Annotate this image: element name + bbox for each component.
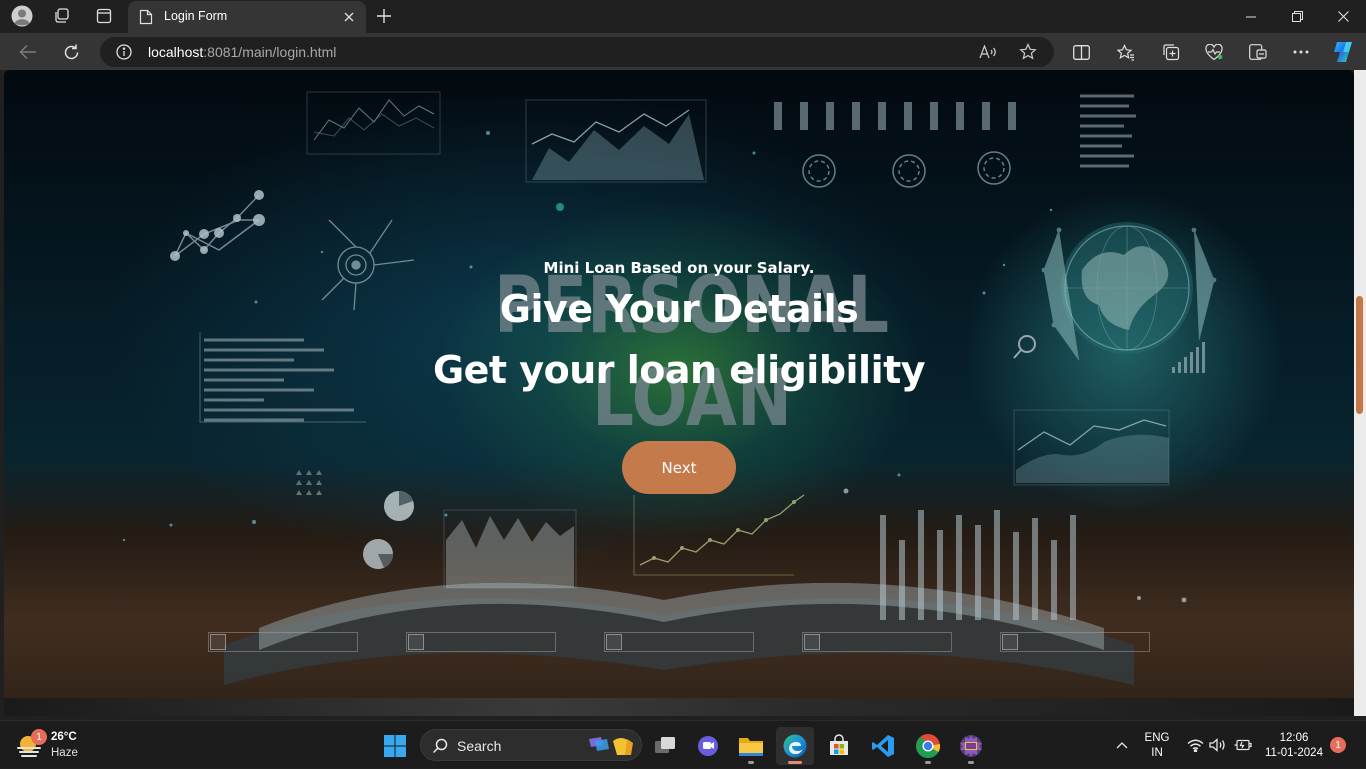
page-viewport: PERSONAL LOAN Mini Loan Based on your Sa… bbox=[4, 70, 1354, 716]
collections-icon[interactable] bbox=[1156, 38, 1186, 66]
show-hidden-icons-chevron-icon[interactable] bbox=[1112, 721, 1132, 769]
weather-condition: Haze bbox=[51, 747, 78, 759]
teams-chat-icon[interactable] bbox=[689, 727, 727, 765]
minimize-button[interactable] bbox=[1228, 0, 1274, 33]
hero-background: PERSONAL LOAN Mini Loan Based on your Sa… bbox=[4, 70, 1354, 698]
favorite-star-icon[interactable] bbox=[1018, 43, 1038, 61]
running-indicator bbox=[748, 761, 754, 764]
page-scrollbar[interactable] bbox=[1354, 70, 1366, 716]
page-favicon-icon bbox=[139, 9, 153, 30]
next-section-strip bbox=[4, 698, 1354, 716]
hero-content: Mini Loan Based on your Salary. Give You… bbox=[4, 70, 1354, 698]
vscode-icon[interactable] bbox=[864, 727, 902, 765]
app-launcher-icon[interactable] bbox=[952, 727, 990, 765]
site-info-icon[interactable] bbox=[116, 44, 132, 65]
next-button[interactable]: Next bbox=[622, 441, 736, 494]
battery-charging-icon[interactable] bbox=[1232, 721, 1254, 769]
url-text: localhost:8081/main/login.html bbox=[148, 44, 336, 60]
running-indicator bbox=[968, 761, 974, 764]
weather-badge: 1 bbox=[31, 729, 47, 745]
edge-browser-icon[interactable] bbox=[776, 727, 814, 765]
microsoft-store-icon[interactable] bbox=[820, 727, 858, 765]
system-clock[interactable]: 12:06 11-01-2024 bbox=[1262, 731, 1326, 761]
task-view-icon[interactable] bbox=[646, 727, 684, 765]
close-window-button[interactable] bbox=[1320, 0, 1366, 33]
split-screen-icon[interactable] bbox=[1066, 38, 1096, 66]
wifi-icon[interactable] bbox=[1185, 721, 1205, 769]
broken-image-5 bbox=[1000, 632, 1150, 652]
more-options-icon[interactable] bbox=[1286, 38, 1316, 66]
favorites-icon[interactable] bbox=[1111, 38, 1141, 66]
volume-icon[interactable] bbox=[1208, 721, 1228, 769]
clock-date: 11-01-2024 bbox=[1265, 747, 1323, 759]
tab-login-form[interactable]: Login Form bbox=[128, 1, 366, 33]
url-path: :8081/main/login.html bbox=[203, 44, 337, 60]
start-button[interactable] bbox=[376, 727, 414, 765]
hero-heading-line2: Get your loan eligibility bbox=[432, 348, 926, 392]
clock-time: 12:06 bbox=[1279, 732, 1309, 744]
tab-actions-icon[interactable] bbox=[90, 4, 118, 28]
hero-subtitle: Mini Loan Based on your Salary. bbox=[4, 259, 1354, 277]
notification-badge[interactable]: 1 bbox=[1330, 737, 1346, 753]
address-bar[interactable]: localhost:8081/main/login.html bbox=[100, 37, 1054, 67]
back-button[interactable] bbox=[13, 38, 43, 66]
copilot-icon[interactable] bbox=[1328, 38, 1358, 66]
weather-temperature: 26°C bbox=[51, 731, 77, 743]
read-aloud-icon[interactable] bbox=[978, 43, 998, 61]
tab-close-icon[interactable] bbox=[340, 8, 358, 26]
chrome-icon[interactable] bbox=[909, 727, 947, 765]
workspaces-icon[interactable] bbox=[48, 4, 76, 28]
broken-image-4 bbox=[802, 632, 952, 652]
search-icon bbox=[432, 738, 448, 759]
hero-heading-line1: Give Your Details bbox=[499, 287, 859, 331]
extensions-icon[interactable] bbox=[1243, 38, 1273, 66]
taskbar-search[interactable]: Search bbox=[420, 729, 642, 761]
browser-essentials-icon[interactable] bbox=[1199, 38, 1229, 66]
browser-titlebar: Login Form bbox=[0, 0, 1366, 33]
language-code: ENG bbox=[1144, 732, 1170, 744]
restore-button[interactable] bbox=[1274, 0, 1320, 33]
search-label: Search bbox=[457, 738, 502, 754]
search-highlight-icon bbox=[587, 733, 637, 764]
windows-taskbar: 1 26°C Haze Search ENG IN 12:06 11-01-20… bbox=[0, 720, 1366, 768]
browser-toolbar: localhost:8081/main/login.html bbox=[0, 33, 1366, 70]
running-indicator bbox=[925, 761, 931, 764]
broken-image-2 bbox=[406, 632, 556, 652]
profile-avatar-icon[interactable] bbox=[8, 4, 36, 28]
broken-image-1 bbox=[208, 632, 358, 652]
new-tab-button[interactable] bbox=[372, 5, 396, 27]
tab-title: Login Form bbox=[164, 9, 228, 23]
refresh-button[interactable] bbox=[56, 38, 86, 66]
scrollbar-thumb[interactable] bbox=[1356, 296, 1363, 414]
active-indicator bbox=[788, 761, 802, 764]
input-language[interactable]: ENG IN bbox=[1142, 731, 1172, 761]
hero-subtitle-text: Mini Loan Based on your Salary. bbox=[543, 259, 815, 277]
weather-widget[interactable]: 1 26°C Haze bbox=[16, 729, 116, 763]
language-region: IN bbox=[1151, 747, 1163, 759]
url-host: localhost bbox=[148, 44, 204, 60]
broken-image-3 bbox=[604, 632, 754, 652]
file-explorer-icon[interactable] bbox=[732, 727, 770, 765]
